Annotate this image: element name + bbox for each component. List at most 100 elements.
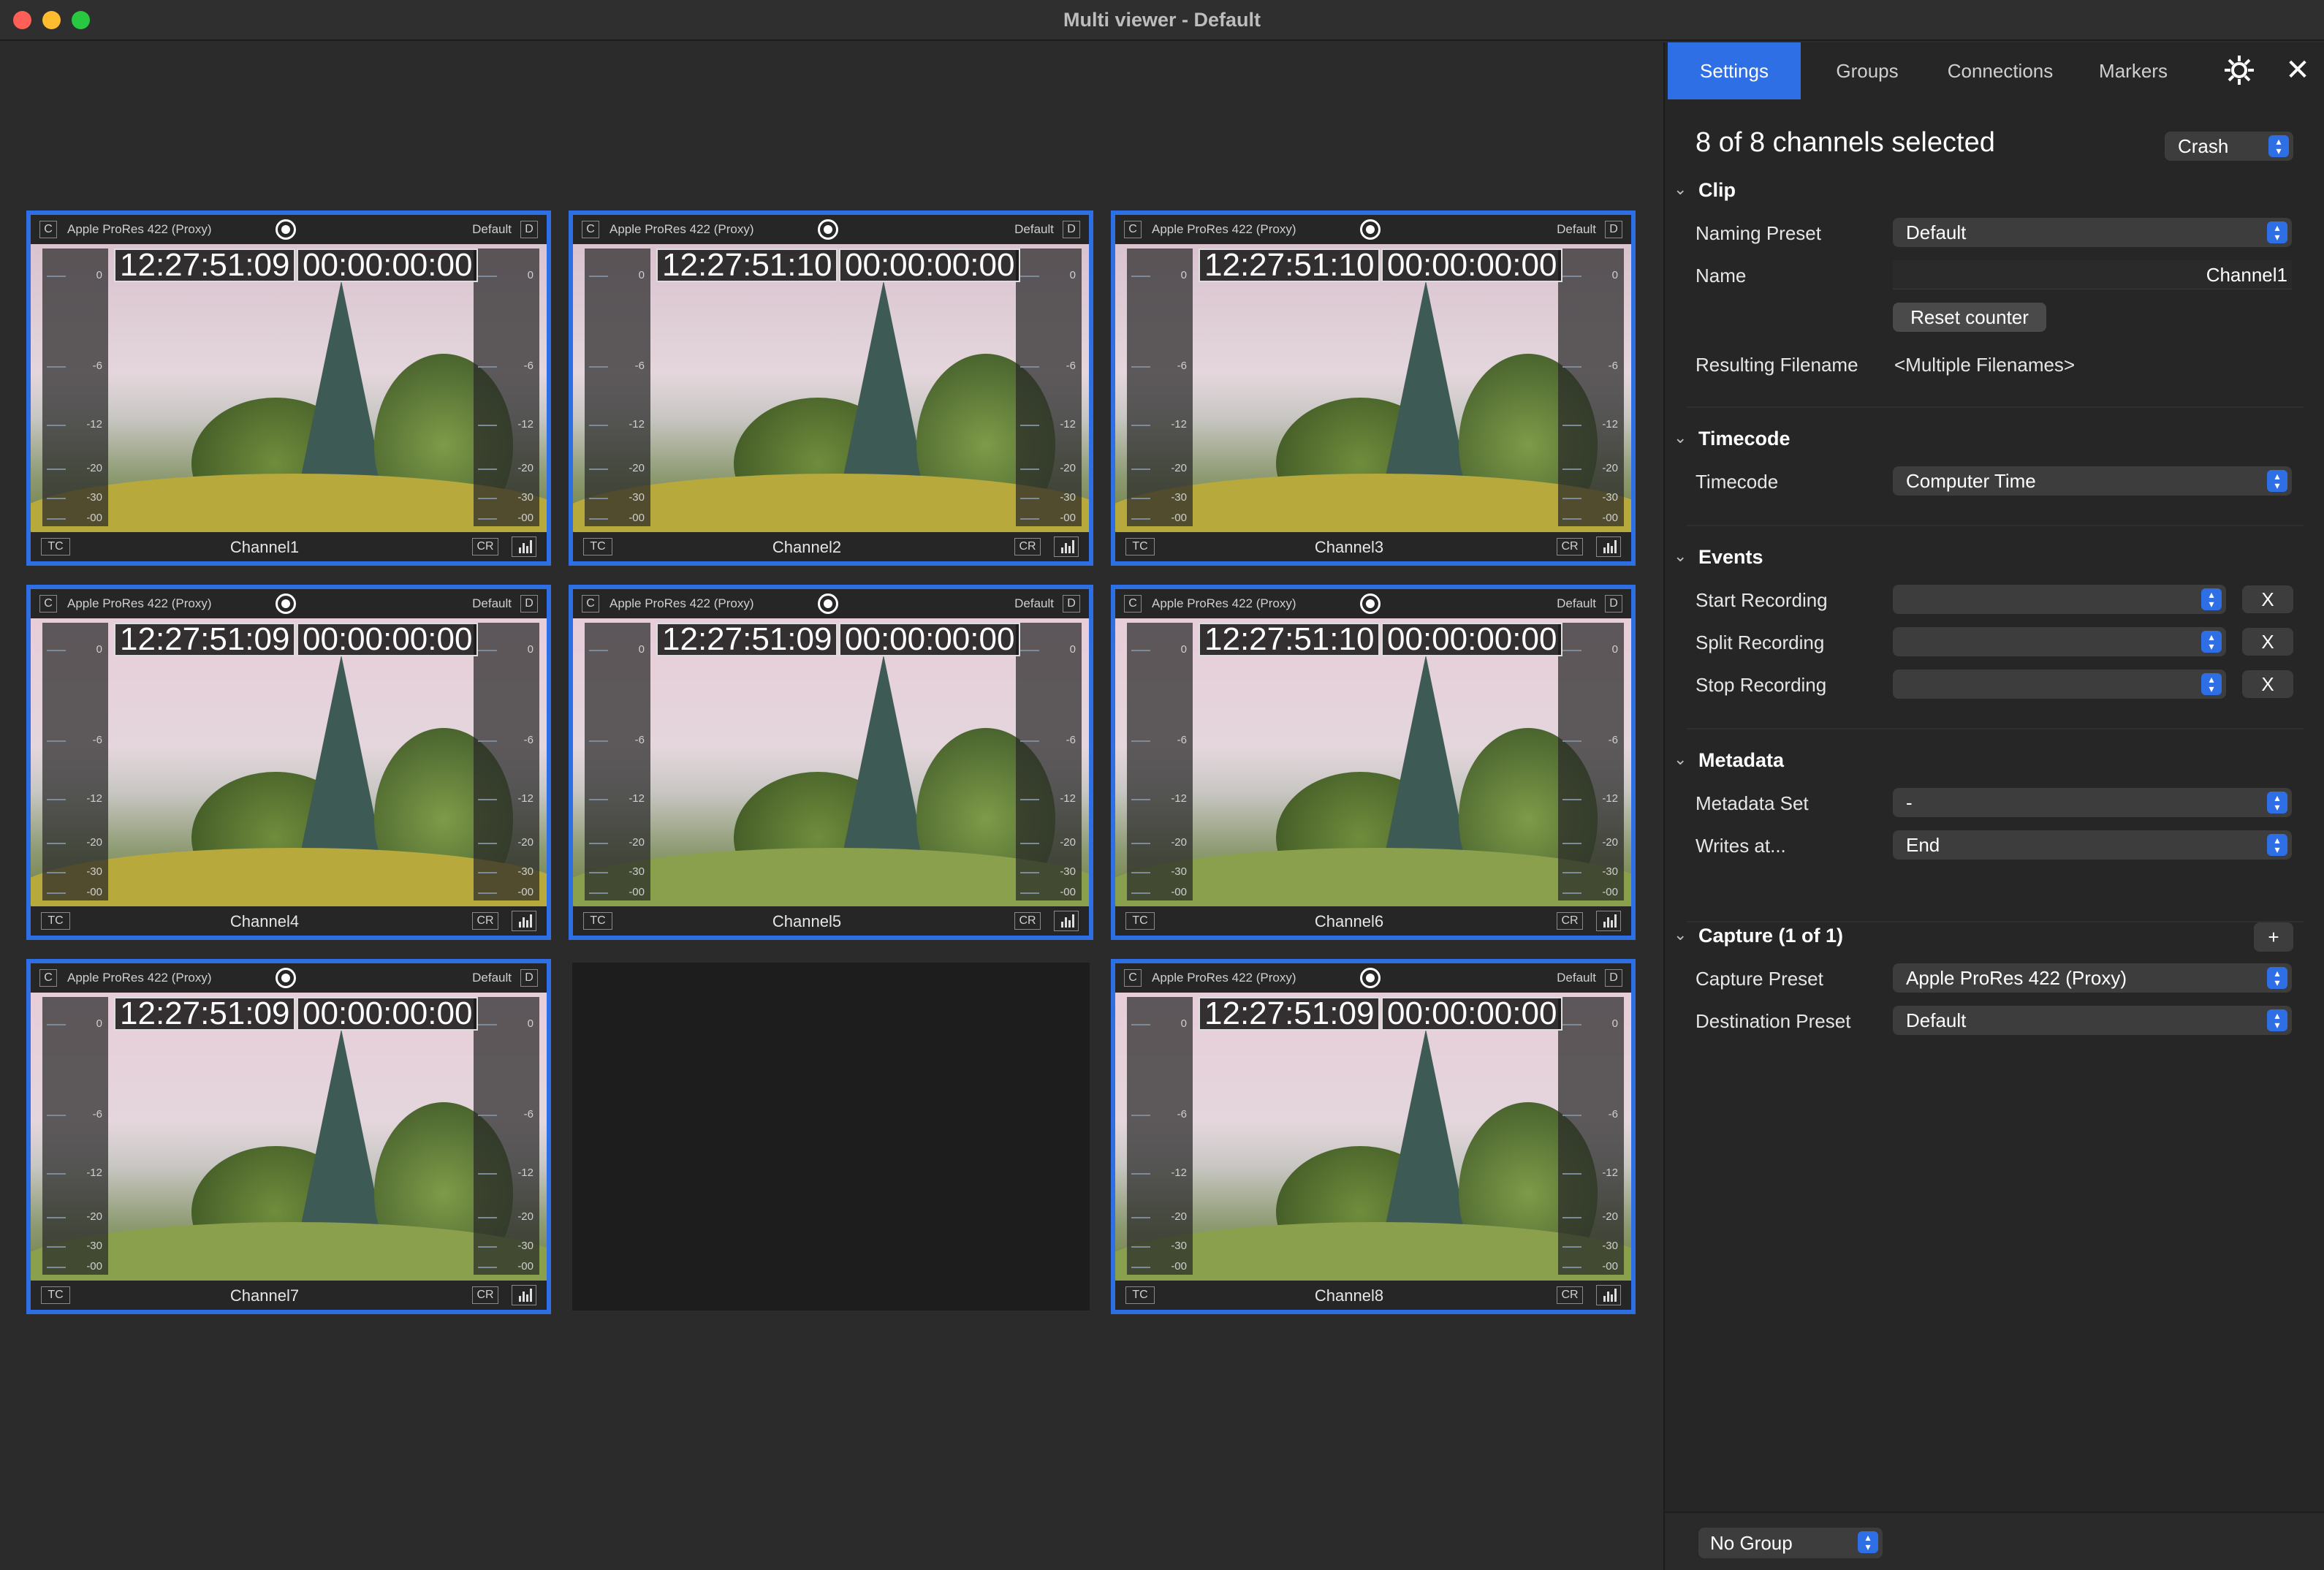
- start-recording-select[interactable]: ▴ ▾: [1893, 585, 2226, 614]
- clear-start-recording-button[interactable]: X: [2242, 585, 2293, 613]
- channel-tile[interactable]: C Apple ProRes 422 (Proxy) Default D 0 -6…: [1111, 585, 1636, 940]
- video-preview[interactable]: 0 -6 -12 -20 -30 -00 0 -6 -12 -20 -30 -00 12:27:51…: [1115, 618, 1631, 906]
- record-icon[interactable]: [1360, 219, 1381, 240]
- section-clip-title[interactable]: Clip: [1698, 179, 1736, 202]
- c-badge[interactable]: C: [1124, 221, 1142, 238]
- empty-slot[interactable]: [572, 963, 1090, 1311]
- video-preview[interactable]: 0 -6 -12 -20 -30 -00 0 -6 -12 -20 -30 -00 12:27:51…: [31, 244, 547, 532]
- video-preview[interactable]: 0 -6 -12 -20 -30 -00 0 -6 -12 -20 -30 -00 12:27:51…: [1115, 244, 1631, 532]
- levels-icon[interactable]: [1054, 911, 1079, 931]
- record-icon[interactable]: [1360, 968, 1381, 988]
- levels-icon[interactable]: [512, 1285, 536, 1305]
- cr-badge[interactable]: CR: [1557, 912, 1583, 930]
- tab-groups[interactable]: Groups: [1801, 42, 1934, 99]
- cr-badge[interactable]: CR: [1014, 912, 1041, 930]
- chevron-down-icon[interactable]: ⌄: [1674, 925, 1688, 944]
- clear-split-recording-button[interactable]: X: [2242, 628, 2293, 656]
- c-badge[interactable]: C: [582, 595, 599, 613]
- clear-stop-recording-button[interactable]: X: [2242, 670, 2293, 698]
- channel-tile[interactable]: C Apple ProRes 422 (Proxy) Default D 0 -6…: [26, 585, 551, 940]
- channel-tile[interactable]: C Apple ProRes 422 (Proxy) Default D 0 -6…: [569, 585, 1093, 940]
- record-icon[interactable]: [276, 594, 296, 614]
- record-icon[interactable]: [818, 594, 838, 614]
- levels-icon[interactable]: [1596, 536, 1621, 557]
- video-preview[interactable]: 0 -6 -12 -20 -30 -00 0 -6 -12 -20 -30 -00 12:27:51…: [31, 993, 547, 1281]
- section-metadata-title[interactable]: Metadata: [1698, 749, 1784, 772]
- video-preview[interactable]: 0 -6 -12 -20 -30 -00 0 -6 -12 -20 -30 -00 12:27:51…: [573, 618, 1089, 906]
- channel-name: Channel4: [229, 912, 300, 930]
- mode-select[interactable]: Crash ▴ ▾: [2165, 132, 2293, 161]
- split-recording-select[interactable]: ▴ ▾: [1893, 627, 2226, 656]
- channel-tile[interactable]: C Apple ProRes 422 (Proxy) Default D 0 -6…: [26, 959, 551, 1314]
- video-preview[interactable]: 0 -6 -12 -20 -30 -00 0 -6 -12 -20 -30 -00 12:27:51…: [1115, 993, 1631, 1281]
- vu-scale-label: -12: [517, 418, 533, 431]
- chevron-down-icon[interactable]: ⌄: [1674, 428, 1688, 447]
- video-preview[interactable]: 0 -6 -12 -20 -30 -00 0 -6 -12 -20 -30 -00 12:27:51…: [573, 244, 1089, 532]
- channel-tile[interactable]: C Apple ProRes 422 (Proxy) Default D 0 -6…: [1111, 959, 1636, 1314]
- chevron-down-icon[interactable]: ⌄: [1674, 547, 1688, 565]
- section-timecode-title[interactable]: Timecode: [1698, 428, 1791, 450]
- vu-tick: [1020, 740, 1039, 742]
- d-badge[interactable]: D: [1605, 595, 1622, 613]
- close-icon[interactable]: ✕: [2283, 53, 2312, 88]
- d-badge[interactable]: D: [1063, 595, 1080, 613]
- cr-badge[interactable]: CR: [1557, 1286, 1583, 1304]
- levels-icon[interactable]: [1054, 536, 1079, 557]
- naming-preset-select[interactable]: Default ▴ ▾: [1893, 218, 2292, 247]
- vu-tick: [1562, 650, 1581, 651]
- add-capture-button[interactable]: +: [2254, 922, 2293, 952]
- preset-label: Default: [1557, 971, 1596, 985]
- d-badge[interactable]: D: [1605, 969, 1622, 987]
- reset-counter-button[interactable]: Reset counter: [1893, 303, 2046, 332]
- d-badge[interactable]: D: [520, 221, 538, 238]
- cr-badge[interactable]: CR: [472, 912, 498, 930]
- name-input[interactable]: Channel1: [1893, 260, 2292, 289]
- d-badge[interactable]: D: [520, 595, 538, 613]
- stop-recording-select[interactable]: ▴ ▾: [1893, 670, 2226, 699]
- channel-tile[interactable]: C Apple ProRes 422 (Proxy) Default D 0 -6…: [26, 211, 551, 566]
- c-badge[interactable]: C: [582, 221, 599, 238]
- record-icon[interactable]: [818, 219, 838, 240]
- writes-at-select[interactable]: End ▴ ▾: [1893, 830, 2292, 860]
- d-badge[interactable]: D: [1063, 221, 1080, 238]
- section-capture-title[interactable]: Capture (1 of 1): [1698, 925, 1843, 947]
- c-badge[interactable]: C: [39, 221, 57, 238]
- destination-preset-select[interactable]: Default ▴ ▾: [1893, 1006, 2292, 1035]
- timecode-select[interactable]: Computer Time ▴ ▾: [1893, 466, 2292, 496]
- channel-tile[interactable]: C Apple ProRes 422 (Proxy) Default D 0 -6…: [569, 211, 1093, 566]
- gear-icon[interactable]: [2222, 53, 2257, 88]
- vu-tick: [1562, 1173, 1581, 1175]
- channel-tile[interactable]: C Apple ProRes 422 (Proxy) Default D 0 -6…: [1111, 211, 1636, 566]
- levels-icon[interactable]: [1596, 911, 1621, 931]
- record-icon[interactable]: [1360, 594, 1381, 614]
- d-badge[interactable]: D: [520, 969, 538, 987]
- video-preview[interactable]: 0 -6 -12 -20 -30 -00 0 -6 -12 -20 -30 -00 12:27:51…: [31, 618, 547, 906]
- cr-badge[interactable]: CR: [1014, 538, 1041, 555]
- record-icon[interactable]: [276, 968, 296, 988]
- record-icon[interactable]: [276, 219, 296, 240]
- panel-tabs: Settings Groups Connections Markers ✕: [1665, 42, 2324, 99]
- capture-preset-select[interactable]: Apple ProRes 422 (Proxy) ▴ ▾: [1893, 963, 2292, 993]
- c-badge[interactable]: C: [1124, 595, 1142, 613]
- c-badge[interactable]: C: [1124, 969, 1142, 987]
- vu-scale-label: -6: [1608, 1108, 1618, 1120]
- metadata-set-select[interactable]: - ▴ ▾: [1893, 788, 2292, 817]
- chevron-down-icon[interactable]: ⌄: [1674, 180, 1688, 198]
- group-select[interactable]: No Group ▴ ▾: [1698, 1528, 1883, 1558]
- d-badge[interactable]: D: [1605, 221, 1622, 238]
- levels-icon[interactable]: [512, 911, 536, 931]
- vu-scale-label: -30: [86, 865, 102, 878]
- tab-settings[interactable]: Settings: [1668, 42, 1801, 99]
- cr-badge[interactable]: CR: [1557, 538, 1583, 555]
- cr-badge[interactable]: CR: [472, 538, 498, 555]
- tab-markers[interactable]: Markers: [2067, 42, 2200, 99]
- levels-icon[interactable]: [1596, 1285, 1621, 1305]
- cr-badge[interactable]: CR: [472, 1286, 498, 1304]
- vu-scale-label: -20: [1171, 1210, 1187, 1223]
- chevron-down-icon[interactable]: ⌄: [1674, 750, 1688, 768]
- tab-connections[interactable]: Connections: [1934, 42, 2067, 99]
- section-events-title[interactable]: Events: [1698, 546, 1763, 569]
- c-badge[interactable]: C: [39, 969, 57, 987]
- levels-icon[interactable]: [512, 536, 536, 557]
- c-badge[interactable]: C: [39, 595, 57, 613]
